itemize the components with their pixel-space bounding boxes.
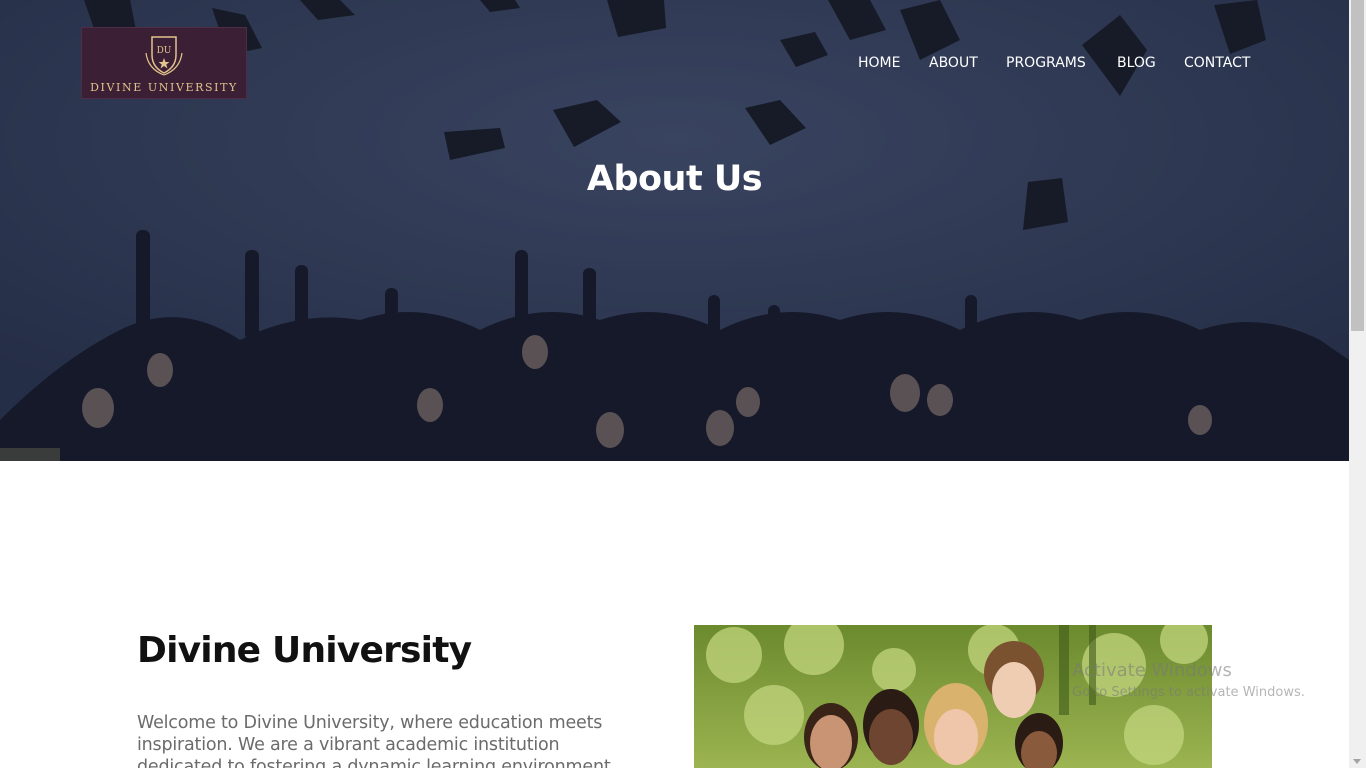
scrollbar-thumb[interactable] <box>1351 0 1364 331</box>
students-image <box>694 625 1212 768</box>
logo-wordmark: DIVINE UNIVERSITY <box>90 81 238 94</box>
crest-icon: DU <box>145 36 183 76</box>
hero-banner: DU DIVINE UNIVERSITY HOME ABOUT PROGRAMS… <box>0 0 1349 461</box>
crest-monogram: DU <box>157 46 172 56</box>
about-intro-text: Welcome to Divine University, where educ… <box>137 712 611 768</box>
nav-item-about[interactable]: ABOUT <box>929 55 978 71</box>
nav-item-programs[interactable]: PROGRAMS <box>1006 55 1086 71</box>
vertical-scrollbar[interactable] <box>1349 0 1366 768</box>
university-logo[interactable]: DU DIVINE UNIVERSITY <box>81 27 247 99</box>
scroll-down-arrow-icon[interactable] <box>1353 759 1361 764</box>
nav-item-contact[interactable]: CONTACT <box>1184 55 1250 71</box>
nav-item-blog[interactable]: BLOG <box>1117 55 1156 71</box>
page-title: About Us <box>586 159 763 200</box>
students-photo <box>694 625 1212 768</box>
nav-item-home[interactable]: HOME <box>858 55 900 71</box>
about-heading: Divine University <box>137 630 472 671</box>
page: DU DIVINE UNIVERSITY HOME ABOUT PROGRAMS… <box>0 0 1349 768</box>
